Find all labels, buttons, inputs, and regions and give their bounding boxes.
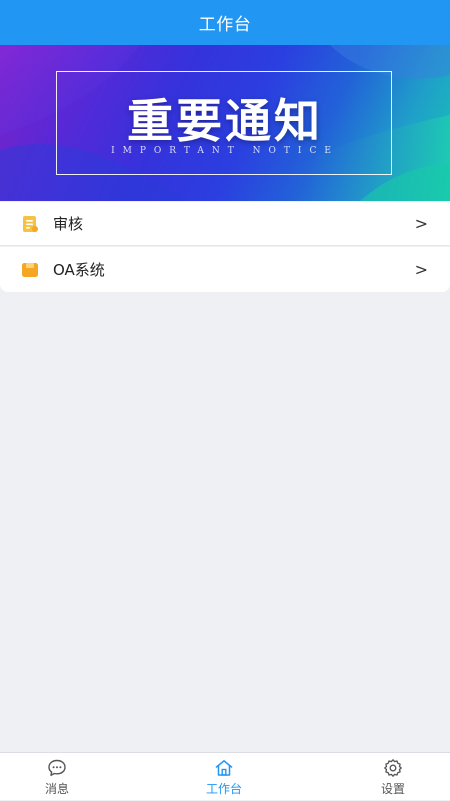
tab-settings[interactable]: 设置	[353, 753, 433, 801]
tab-workbench[interactable]: 工作台	[184, 753, 264, 801]
document-icon	[21, 215, 39, 233]
menu-item-label: 审核	[53, 215, 84, 233]
tab-label: 消息	[44, 782, 69, 796]
chat-icon	[47, 758, 67, 778]
notice-banner[interactable]: 重要通知 IMPORTANT NOTICE	[0, 45, 450, 201]
home-icon	[214, 758, 234, 778]
chevron-right-icon: >	[414, 214, 428, 233]
banner-subtitle: IMPORTANT NOTICE	[111, 146, 339, 156]
page-title: 工作台	[198, 15, 252, 35]
menu-item-oa-system[interactable]: OA系统 >	[0, 247, 450, 292]
tab-messages[interactable]: 消息	[17, 753, 97, 801]
tab-label: 工作台	[205, 782, 242, 796]
chevron-right-icon: >	[414, 260, 428, 279]
page-header: 工作台	[0, 0, 450, 45]
gear-icon	[383, 758, 403, 778]
tab-label: 设置	[380, 782, 405, 796]
menu-item-review[interactable]: 审核 >	[0, 202, 450, 246]
banner-title: 重要通知	[127, 94, 323, 148]
bottom-tab-bar: 消息 工作台 设置	[0, 752, 450, 800]
folder-icon	[21, 261, 39, 279]
menu-item-label: OA系统	[53, 261, 105, 279]
